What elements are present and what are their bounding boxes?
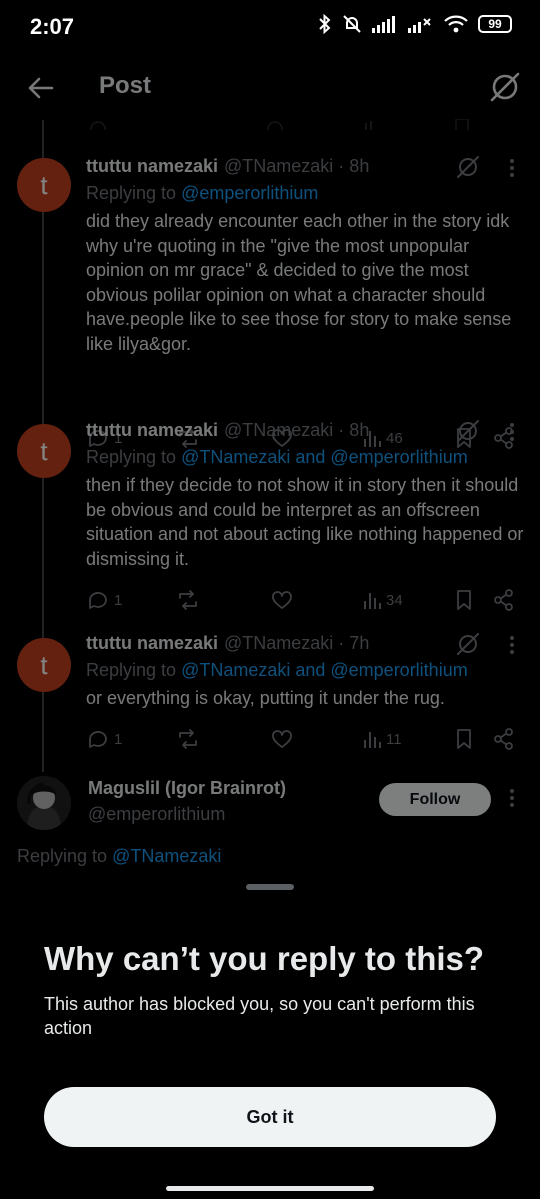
- like-button[interactable]: [270, 586, 294, 614]
- reply-count: 1: [114, 591, 123, 609]
- views-button[interactable]: 34: [362, 586, 403, 614]
- signal-icon: [372, 16, 395, 33]
- tweet-text: or everything is okay, putting it under …: [86, 688, 445, 708]
- handle-and-time: @TNamezaki · 7h: [224, 633, 370, 653]
- heart-icon: [272, 730, 292, 748]
- tweet-text: did they already encounter each other in…: [86, 211, 512, 354]
- mention-link[interactable]: @TNamezaki and @emperorlithium: [181, 447, 468, 467]
- bookmark-icon[interactable]: [452, 725, 476, 753]
- back-arrow-icon[interactable]: [24, 72, 56, 104]
- grok-icon[interactable]: [455, 154, 481, 180]
- share-icon[interactable]: [492, 725, 516, 753]
- replying-to-label: Replying to: [86, 447, 182, 467]
- replying-to: Replying to @TNamezaki and @emperorlithi…: [86, 660, 468, 681]
- display-name[interactable]: Maguslil (Igor Brainrot): [88, 778, 286, 799]
- replying-to-label: Replying to: [86, 183, 182, 203]
- follow-button[interactable]: Follow: [379, 783, 491, 816]
- post-thread-page: Post t ttuttu namezaki @TNamezaki · 8h R…: [0, 56, 540, 866]
- grok-icon[interactable]: [488, 70, 522, 104]
- display-name[interactable]: ttuttu namezaki: [86, 633, 218, 654]
- status-time: 2:07: [30, 14, 75, 39]
- mention-link[interactable]: @emperorlithium: [181, 183, 318, 203]
- views-count: 34: [386, 591, 403, 609]
- repost-button[interactable]: [176, 586, 200, 614]
- tweet-text: then if they decide to not show it in st…: [86, 475, 524, 569]
- sheet-message: This author has blocked you, so you can'…: [44, 994, 475, 1038]
- avatar[interactable]: t: [17, 424, 71, 478]
- tweet-header: ttuttu namezaki @TNamezaki · 8h: [86, 420, 369, 444]
- status-icons: 99: [318, 14, 512, 34]
- handle-and-time: @TNamezaki · 8h: [224, 420, 370, 440]
- heart-icon: [272, 591, 292, 609]
- reply-button[interactable]: 1: [86, 586, 122, 614]
- like-button[interactable]: [270, 725, 294, 753]
- tweet-actions: 1 11: [86, 725, 526, 753]
- sheet-title: Why can’t you reply to this?: [44, 940, 485, 977]
- display-name[interactable]: ttuttu namezaki: [86, 156, 218, 177]
- share-icon[interactable]: [492, 586, 516, 614]
- bluetooth-icon: [319, 14, 331, 34]
- home-indicator[interactable]: [166, 1186, 374, 1191]
- repost-button[interactable]: [176, 725, 200, 753]
- replying-to-label: Replying to: [86, 660, 182, 680]
- status-bar: 2:07 99: [0, 0, 540, 56]
- reply-icon: [89, 592, 107, 609]
- signal-x-icon: [408, 18, 431, 33]
- repost-icon: [179, 590, 197, 610]
- mention-link[interactable]: @TNamezaki and @emperorlithium: [181, 660, 468, 680]
- grok-icon[interactable]: [455, 418, 481, 444]
- replying-to-label: Replying to: [17, 846, 113, 866]
- sheet-drag-handle[interactable]: [246, 884, 294, 890]
- avatar[interactable]: t: [17, 638, 71, 692]
- blocked-reply-sheet: Why can’t you reply to this? This author…: [0, 866, 540, 1199]
- bell-muted-icon: [343, 15, 361, 33]
- wifi-icon: [444, 15, 468, 33]
- more-options-icon[interactable]: [504, 786, 520, 810]
- tweet-header: ttuttu namezaki @TNamezaki · 8h: [86, 156, 369, 180]
- more-options-icon[interactable]: [504, 420, 520, 444]
- replying-to: Replying to @TNamezaki: [17, 846, 221, 867]
- views-button[interactable]: 11: [362, 725, 402, 753]
- views-icon: [364, 593, 381, 609]
- grok-icon[interactable]: [455, 631, 481, 657]
- tweet-header: ttuttu namezaki @TNamezaki · 7h: [86, 633, 369, 657]
- display-name[interactable]: ttuttu namezaki: [86, 420, 218, 441]
- bookmark-icon[interactable]: [452, 586, 476, 614]
- reply-button[interactable]: 1: [86, 725, 122, 753]
- more-options-icon[interactable]: [504, 156, 520, 180]
- top-bar: Post: [0, 56, 540, 120]
- avatar[interactable]: t: [17, 158, 71, 212]
- mention-link[interactable]: @TNamezaki: [112, 846, 221, 866]
- handle: @emperorlithium: [88, 804, 226, 824]
- original-author-row: Maguslil (Igor Brainrot) @emperorlithium…: [0, 774, 540, 838]
- avatar[interactable]: [17, 776, 71, 830]
- battery-icon: 99: [478, 15, 512, 33]
- got-it-button[interactable]: Got it: [44, 1087, 496, 1147]
- page-title: Post: [99, 72, 152, 99]
- tweet-actions: 1 34: [86, 586, 526, 614]
- replying-to: Replying to @emperorlithium: [86, 183, 318, 204]
- replying-to: Replying to @TNamezaki and @emperorlithi…: [86, 447, 468, 468]
- previous-tweet-actions-peek: [80, 118, 520, 130]
- reply-count: 1: [114, 730, 123, 748]
- reply-icon: [89, 731, 107, 748]
- views-count: 11: [386, 730, 402, 748]
- repost-icon: [179, 729, 197, 749]
- handle-and-time: @TNamezaki · 8h: [224, 156, 370, 176]
- more-options-icon[interactable]: [504, 633, 520, 657]
- views-count: 46: [386, 429, 403, 447]
- views-icon: [364, 732, 381, 748]
